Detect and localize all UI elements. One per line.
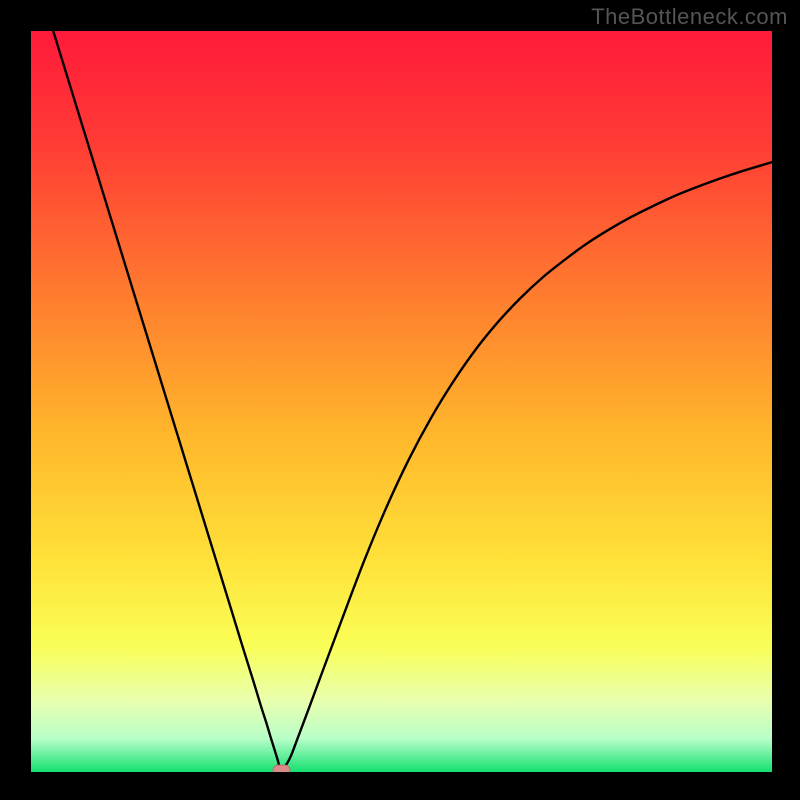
watermark-text: TheBottleneck.com <box>591 4 788 30</box>
gradient-background <box>31 31 772 772</box>
chart-frame: TheBottleneck.com <box>0 0 800 800</box>
bottleneck-chart <box>31 31 772 772</box>
optimum-marker <box>273 765 290 772</box>
